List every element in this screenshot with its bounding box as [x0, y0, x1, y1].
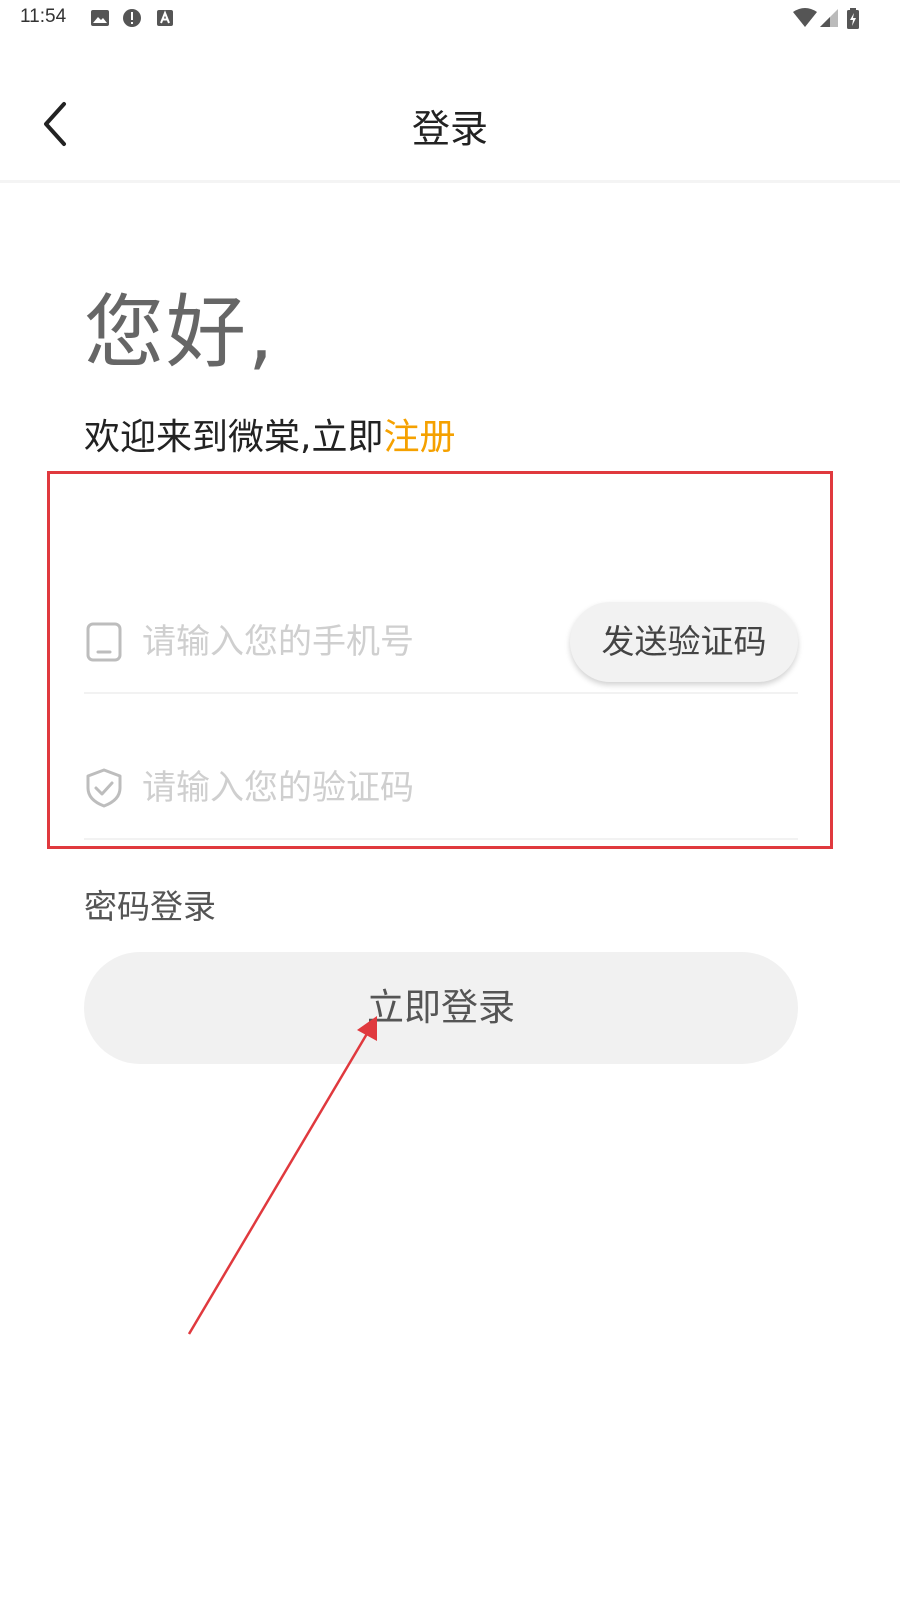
a-icon [157, 10, 173, 26]
status-bar: 11:54 [0, 0, 900, 36]
code-input[interactable] [142, 760, 562, 816]
alert-icon [123, 9, 141, 27]
battery-icon [847, 8, 859, 29]
phone-field-row: 发送验证码 [84, 592, 798, 694]
welcome-text: 欢迎来到微棠,立即注册 [84, 408, 455, 460]
shield-check-icon [86, 768, 122, 808]
page-title: 登录 [411, 107, 488, 151]
header-bar: 登录 [0, 70, 900, 183]
greeting-heading: 您好, [84, 286, 276, 379]
phone-icon [86, 622, 122, 662]
password-login-link[interactable]: 密码登录 [84, 880, 216, 928]
phone-input[interactable] [142, 614, 562, 670]
wifi-icon [793, 8, 817, 27]
login-screen: 11:54 登录 您好, 欢迎来到微棠,立即注册 请输入您的手机号 发送验证码 … [0, 0, 900, 1600]
register-link[interactable]: 注册 [383, 417, 455, 458]
code-field-row [84, 738, 798, 840]
image-icon [91, 10, 109, 26]
welcome-prefix: 欢迎来到微棠,立即 [84, 417, 384, 458]
signal-icon [820, 9, 838, 27]
status-time: 11:54 [20, 6, 67, 27]
login-button[interactable]: 立即登录 [84, 952, 798, 1064]
send-code-button[interactable]: 发送验证码 [570, 602, 798, 682]
